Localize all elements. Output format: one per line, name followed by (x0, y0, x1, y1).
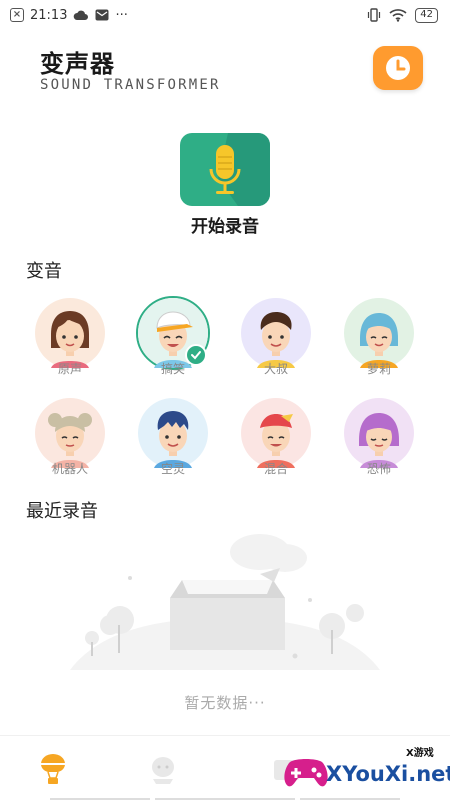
app-subtitle: SOUND TRANSFORMER (40, 77, 221, 93)
message-icon (95, 9, 109, 21)
history-button[interactable] (373, 46, 423, 90)
character-icon (152, 757, 174, 784)
gamepad-icon (284, 759, 328, 787)
voice-label: 恐怖 (366, 462, 391, 476)
nav-character[interactable] (138, 744, 188, 794)
avatar-uncle (241, 298, 311, 368)
avatar-robot (35, 398, 105, 468)
voice-option-original[interactable]: 原声 (30, 298, 110, 388)
voice-section-title: 变音 (26, 261, 62, 282)
voice-label: 萝莉 (366, 362, 391, 376)
avatar-horror (344, 398, 414, 468)
empty-state-text: 暂无数据··· (184, 694, 266, 712)
voice-label: 混合 (263, 462, 288, 476)
balloon-icon (41, 754, 65, 784)
voice-label: 空灵 (160, 462, 185, 476)
voice-option-ethereal[interactable]: 空灵 (133, 398, 213, 488)
voice-option-horror[interactable]: 恐怖 (339, 398, 419, 488)
watermark-logo: X游戏 XYouXi.net (282, 742, 450, 800)
status-time: 21:13 (30, 7, 68, 23)
avatar-ethereal (138, 398, 208, 468)
status-more: ··· (115, 7, 128, 23)
status-bar: × 21:13 ··· 42 (0, 0, 450, 30)
battery-indicator: 42 (415, 7, 438, 23)
nav-voice-changer[interactable] (28, 744, 78, 794)
avatar-loli (344, 298, 414, 368)
avatar-mix (241, 398, 311, 468)
watermark-small: X游戏 (406, 748, 434, 759)
notification-x-icon: × (10, 8, 24, 22)
voice-label: 机器人 (51, 462, 88, 476)
voice-option-uncle[interactable]: 大叔 (236, 298, 316, 388)
avatar-original (35, 298, 105, 368)
voice-label: 原声 (57, 362, 82, 376)
voice-label: 搞笑 (160, 362, 185, 376)
voice-option-funny[interactable]: 搞笑 (133, 296, 213, 388)
app-title: 变声器 (40, 50, 115, 78)
vibrate-icon (368, 8, 381, 22)
watermark-brand: XYouXi.net (326, 762, 450, 786)
recent-section-title: 最近录音 (26, 501, 98, 522)
record-button[interactable] (180, 133, 270, 206)
wifi-icon (389, 9, 407, 22)
empty-box-illustration (70, 534, 380, 670)
voice-label: 大叔 (263, 362, 288, 376)
microphone-icon (209, 133, 270, 206)
voice-option-mix[interactable]: 混合 (236, 398, 316, 488)
record-label: 开始录音 (191, 217, 259, 237)
cloud-icon (74, 10, 89, 20)
clock-icon (386, 56, 410, 80)
voice-option-loli[interactable]: 萝莉 (339, 298, 419, 388)
voice-option-robot[interactable]: 机器人 (30, 398, 110, 488)
